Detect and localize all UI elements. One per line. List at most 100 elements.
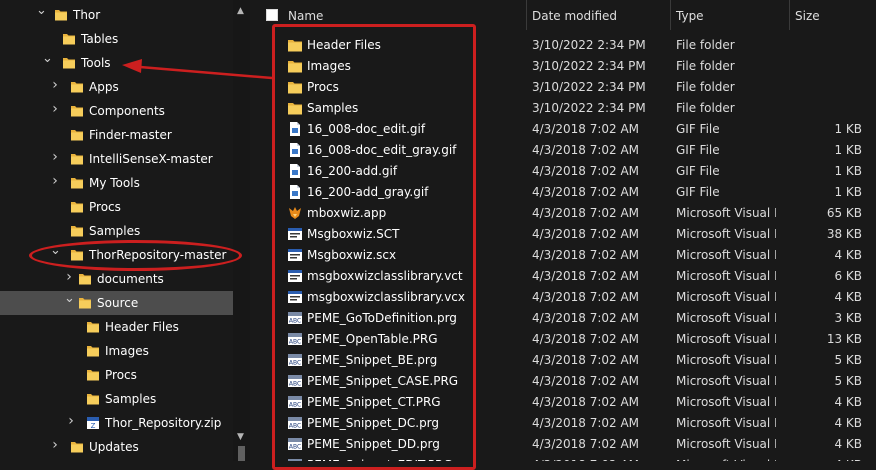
zip-icon: Z bbox=[86, 416, 100, 430]
chevron-right-icon[interactable]: › bbox=[50, 438, 60, 452]
file-row[interactable]: 16_008-doc_edit_gray.gif 4/3/2018 7:02 AM… bbox=[250, 139, 876, 160]
tree-item-finder-master[interactable]: Finder-master bbox=[0, 123, 233, 147]
folder-icon bbox=[86, 392, 100, 406]
size-column-header[interactable]: Size bbox=[790, 0, 875, 30]
tree-item-label: IntelliSenseX-master bbox=[89, 152, 213, 166]
chevron-right-icon[interactable]: › bbox=[66, 414, 76, 428]
tree-item-images[interactable]: Images bbox=[0, 339, 233, 363]
file-date-modified: 4/3/2018 7:02 AM bbox=[532, 206, 640, 220]
chevron-right-icon[interactable]: › bbox=[50, 102, 60, 116]
tree-item-thor-repository-zip[interactable]: › Z Thor_Repository.zip bbox=[0, 411, 233, 435]
scroll-up-icon[interactable]: ▲ bbox=[237, 6, 244, 16]
file-row[interactable]: 16_008-doc_edit.gif 4/3/2018 7:02 AM GIF F… bbox=[250, 118, 876, 139]
svg-text:ABC: ABC bbox=[289, 360, 301, 367]
tree-item-thor[interactable]: ⌄ Thor bbox=[0, 3, 233, 27]
svg-text:ABC: ABC bbox=[289, 339, 301, 346]
prg-file-icon: ABC bbox=[287, 331, 303, 347]
file-type: Microsoft Visual F... bbox=[676, 269, 776, 283]
file-row[interactable]: Msgboxwiz.SCT 4/3/2018 7:02 AM Microsoft V… bbox=[250, 223, 876, 244]
tree-item-label: Tables bbox=[81, 32, 119, 46]
file-name: 16_200-add.gif bbox=[307, 164, 398, 178]
tree-item-procs[interactable]: Procs bbox=[0, 195, 233, 219]
file-row[interactable]: mboxwiz.app 4/3/2018 7:02 AM Microsoft Vis… bbox=[250, 202, 876, 223]
tree-item-label: Procs bbox=[105, 368, 137, 382]
date-column-header[interactable]: Date modified bbox=[527, 0, 671, 30]
file-name: Msgboxwiz.SCT bbox=[307, 227, 400, 241]
file-row[interactable]: ABC PEME_Snippet_CASE.PRG 4/3/2018 7:02 AM… bbox=[250, 370, 876, 391]
tree-item-source[interactable]: ⌄ Source bbox=[0, 291, 233, 315]
name-column-label: Name bbox=[288, 9, 324, 23]
file-row[interactable]: Procs 3/10/2022 2:34 PM File folder bbox=[250, 76, 876, 97]
file-row[interactable]: Header Files 3/10/2022 2:34 PM File folder bbox=[250, 34, 876, 55]
file-date-modified: 3/10/2022 2:34 PM bbox=[532, 101, 646, 115]
file-date-modified: 4/3/2018 7:02 AM bbox=[532, 143, 640, 157]
file-size: 4 KB bbox=[834, 248, 862, 262]
scroll-thumb[interactable] bbox=[238, 446, 245, 461]
chevron-down-icon[interactable]: ⌄ bbox=[50, 244, 61, 257]
file-row[interactable]: ABC PEME_Snippet_CT.PRG 4/3/2018 7:02 AM Mi… bbox=[250, 391, 876, 412]
tree-item-procs[interactable]: Procs bbox=[0, 363, 233, 387]
file-date-modified: 4/3/2018 7:02 AM bbox=[532, 227, 640, 241]
tree-item-samples[interactable]: Samples bbox=[0, 219, 233, 243]
file-row[interactable]: ABC PEME_GoToDefinition.prg 4/3/2018 7:02 … bbox=[250, 307, 876, 328]
tree-item-my-tools[interactable]: › My Tools bbox=[0, 171, 233, 195]
name-column-header[interactable]: Name ⌃ bbox=[250, 0, 527, 30]
file-date-modified: 4/3/2018 7:02 AM bbox=[532, 290, 640, 304]
type-column-header[interactable]: Type bbox=[671, 0, 790, 30]
file-row[interactable]: Samples 3/10/2022 2:34 PM File folder bbox=[250, 97, 876, 118]
tree-item-intellisensex-master[interactable]: › IntelliSenseX-master bbox=[0, 147, 233, 171]
file-row[interactable]: msgboxwizclasslibrary.vcx 4/3/2018 7:02 A… bbox=[250, 286, 876, 307]
tree-item-label: Components bbox=[89, 104, 165, 118]
file-date-modified: 3/10/2022 2:34 PM bbox=[532, 38, 646, 52]
file-size: 1 KB bbox=[834, 143, 862, 157]
file-size: 1 KB bbox=[834, 122, 862, 136]
tree-item-apps[interactable]: › Apps bbox=[0, 75, 233, 99]
tree-item-updates[interactable]: › Updates bbox=[0, 435, 233, 459]
file-row[interactable]: ABC PEME_Snippet_BE.prg 4/3/2018 7:02 AM Mi… bbox=[250, 349, 876, 370]
tree-scrollbar[interactable]: ▲ ▼ bbox=[233, 0, 250, 461]
tree-item-components[interactable]: › Components bbox=[0, 99, 233, 123]
file-row[interactable]: ABC PEME_Snippet_DD.prg 4/3/2018 7:02 AM Mi… bbox=[250, 433, 876, 454]
tree-item-tables[interactable]: Tables bbox=[0, 27, 233, 51]
size-column-label: Size bbox=[795, 9, 820, 23]
scroll-down-icon[interactable]: ▼ bbox=[237, 432, 244, 442]
chevron-down-icon[interactable]: ⌄ bbox=[36, 4, 47, 17]
chevron-right-icon[interactable]: › bbox=[64, 270, 74, 284]
chevron-right-icon[interactable]: › bbox=[50, 150, 60, 164]
file-name: PEME_Snippet_DD.prg bbox=[307, 437, 440, 451]
chevron-right-icon[interactable]: › bbox=[50, 174, 60, 188]
tree-item-thorrepository-master[interactable]: ⌄ ThorRepository-master bbox=[0, 243, 233, 267]
image-file-icon bbox=[287, 121, 303, 137]
tree-item-samples[interactable]: Samples bbox=[0, 387, 233, 411]
tree-item-header-files[interactable]: Header Files bbox=[0, 315, 233, 339]
folder-icon bbox=[62, 56, 76, 70]
file-name: PEME_Snippet_DC.prg bbox=[307, 416, 440, 430]
file-row[interactable]: ABC PEME_Snippet_DC.prg 4/3/2018 7:02 AM Mi… bbox=[250, 412, 876, 433]
chevron-down-icon[interactable]: ⌄ bbox=[42, 52, 53, 65]
file-type: Microsoft Visual F... bbox=[676, 248, 776, 262]
file-row[interactable]: Msgboxwiz.scx 4/3/2018 7:02 AM Microsoft V… bbox=[250, 244, 876, 265]
file-size: 4 KB bbox=[834, 395, 862, 409]
file-row[interactable]: 16_200-add.gif 4/3/2018 7:02 AM GIF File 1 … bbox=[250, 160, 876, 181]
chevron-right-icon[interactable]: › bbox=[50, 78, 60, 92]
date-column-label: Date modified bbox=[532, 9, 618, 23]
file-row[interactable]: Images 3/10/2022 2:34 PM File folder bbox=[250, 55, 876, 76]
file-date-modified: 4/3/2018 7:02 AM bbox=[532, 311, 640, 325]
file-row[interactable]: msgboxwizclasslibrary.vct 4/3/2018 7:02 A… bbox=[250, 265, 876, 286]
folder-icon bbox=[70, 248, 84, 262]
folder-icon bbox=[86, 320, 100, 334]
folder-icon bbox=[287, 100, 303, 116]
file-type: Microsoft Visual F... bbox=[676, 374, 776, 388]
tree-item-documents[interactable]: › documents bbox=[0, 267, 233, 291]
file-row[interactable]: ABC PEME_OpenTable.PRG 4/3/2018 7:02 AM Mic… bbox=[250, 328, 876, 349]
svg-text:ABC: ABC bbox=[289, 318, 301, 325]
file-row[interactable]: ABCPEME_Snippet_EDIT.PRG4/3/2018 7:02 AM… bbox=[250, 454, 876, 461]
tree-item-label: Apps bbox=[89, 80, 119, 94]
prg-file-icon: ABC bbox=[287, 394, 303, 410]
file-date-modified: 4/3/2018 7:02 AM bbox=[532, 437, 640, 451]
chevron-down-icon[interactable]: ⌄ bbox=[64, 292, 75, 305]
file-row[interactable]: 16_200-add_gray.gif 4/3/2018 7:02 AM GIF F… bbox=[250, 181, 876, 202]
file-type: GIF File bbox=[676, 122, 720, 136]
file-date-modified: 4/3/2018 7:02 AM bbox=[532, 164, 640, 178]
tree-item-tools[interactable]: ⌄ Tools bbox=[0, 51, 233, 75]
